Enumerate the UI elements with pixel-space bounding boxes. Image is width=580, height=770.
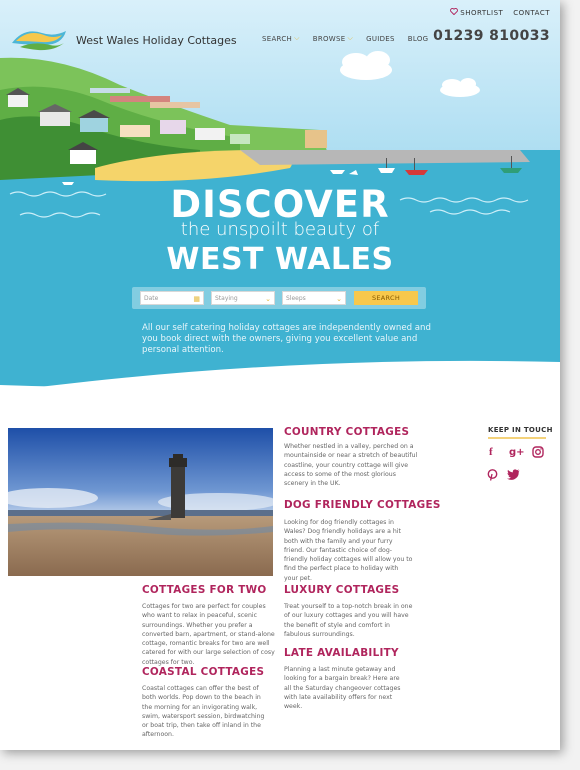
sleeps-placeholder: Sleeps xyxy=(286,295,306,302)
chevron-down-icon: ⌄ xyxy=(336,295,342,303)
dog-title[interactable]: DOG FRIENDLY COTTAGES xyxy=(284,499,441,511)
nav-search-label: SEARCH xyxy=(262,34,293,43)
shortlist-label: SHORTLIST xyxy=(460,8,504,17)
two-text: Cottages for two are perfect for couples… xyxy=(142,603,275,666)
country-title[interactable]: COUNTRY COTTAGES xyxy=(284,426,409,438)
chevron-down-icon: ⌄ xyxy=(265,295,271,303)
pinterest-icon[interactable] xyxy=(487,469,498,484)
brand-name: West Wales Holiday Cottages xyxy=(76,33,237,47)
divider xyxy=(488,437,546,439)
calendar-icon: ▦ xyxy=(193,295,200,303)
staying-select[interactable]: Staying ⌄ xyxy=(211,291,275,305)
lighthouse-photo xyxy=(8,428,273,576)
page: SHORTLIST CONTACT West Wales Holiday Cot… xyxy=(0,0,560,750)
chevron-down-icon: ⌵ xyxy=(347,34,354,42)
keep-in-touch-heading: KEEP IN TOUCH xyxy=(488,426,553,434)
dog-text: Looking for dog friendly cottages in Wal… xyxy=(284,519,413,582)
nav-guides[interactable]: GUIDES xyxy=(366,34,395,43)
hero-subtitle: the unspoilt beauty of xyxy=(180,219,380,240)
date-placeholder: Date xyxy=(144,295,159,302)
main-nav: SEARCH ⌵ BROWSE ⌵ GUIDES BLOG xyxy=(262,34,428,43)
google-plus-icon[interactable]: g+ xyxy=(509,447,525,458)
staying-placeholder: Staying xyxy=(215,295,238,302)
search-button[interactable]: SEARCH xyxy=(354,291,418,305)
country-text: Whether nestled in a valley, perched on … xyxy=(284,443,418,488)
facebook-icon[interactable]: f xyxy=(489,446,493,458)
intro-text: All our self catering holiday cottages a… xyxy=(142,323,431,355)
search-form: Date ▦ Staying ⌄ Sleeps ⌄ SEARCH xyxy=(132,287,426,309)
late-text: Planning a last minute getaway and looki… xyxy=(284,666,401,711)
top-utility-bar: SHORTLIST CONTACT xyxy=(450,8,550,17)
two-title[interactable]: COTTAGES FOR TWO xyxy=(142,584,267,596)
logo-mark-icon xyxy=(10,25,68,55)
late-title[interactable]: LATE AVAILABILITY xyxy=(284,647,399,659)
heart-icon xyxy=(450,8,459,17)
nav-browse-label: BROWSE xyxy=(312,34,346,43)
luxury-title[interactable]: LUXURY COTTAGES xyxy=(284,584,399,596)
chevron-down-icon: ⌵ xyxy=(294,34,300,42)
coastal-title[interactable]: COASTAL COTTAGES xyxy=(142,666,264,678)
brand-logo[interactable]: West Wales Holiday Cottages xyxy=(10,25,237,55)
date-field[interactable]: Date ▦ xyxy=(140,291,204,305)
hero-location: WEST WALES xyxy=(166,242,394,277)
nav-browse[interactable]: BROWSE ⌵ xyxy=(313,34,353,43)
sleeps-select[interactable]: Sleeps ⌄ xyxy=(282,291,346,305)
twitter-icon[interactable] xyxy=(507,469,520,483)
contact-link[interactable]: CONTACT xyxy=(513,9,550,17)
instagram-icon[interactable] xyxy=(532,446,544,461)
nav-blog[interactable]: BLOG xyxy=(408,34,429,43)
shortlist-link[interactable]: SHORTLIST xyxy=(450,8,503,17)
coastal-text: Coastal cottages can offer the best of b… xyxy=(142,685,265,739)
luxury-text: Treat yourself to a top-notch break in o… xyxy=(284,603,413,638)
nav-search[interactable]: SEARCH ⌵ xyxy=(262,34,300,43)
phone-number[interactable]: 01239 810033 xyxy=(433,28,550,44)
